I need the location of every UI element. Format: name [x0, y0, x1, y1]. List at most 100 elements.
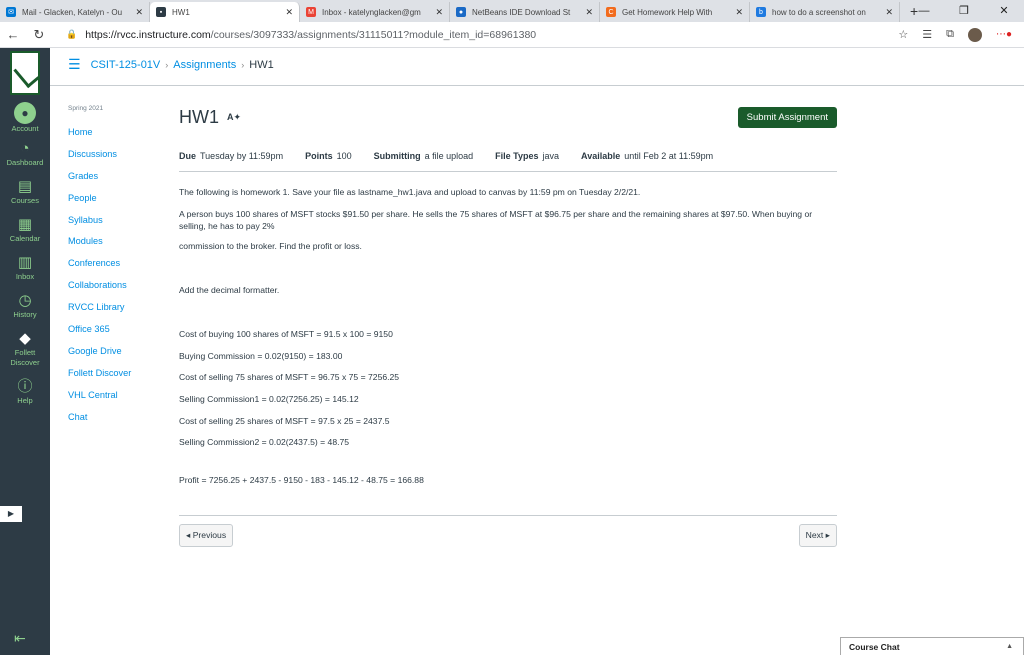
assignment-details: Due Tuesday by 11:59pm Points 100 Submitti… — [179, 150, 837, 172]
course-nav-vhl-central[interactable]: VHL Central — [68, 389, 168, 411]
breadcrumb-assignments[interactable]: Assignments — [173, 59, 236, 71]
global-nav-history[interactable]: ◷ History — [0, 292, 50, 326]
file-types-detail: File Types java — [495, 150, 560, 161]
breadcrumb-course[interactable]: CSIT-125-01V — [91, 59, 161, 71]
course-term: Spring 2021 — [68, 105, 104, 112]
global-nav-calendar[interactable]: ▦ Calendar — [0, 216, 50, 250]
breadcrumb-current: HW1 — [249, 58, 274, 71]
gmail-icon: M — [306, 7, 316, 17]
course-nav-google-drive[interactable]: Google Drive — [68, 345, 168, 367]
course-header: ☰ CSIT-125-01V › Assignments › HW1 — [68, 56, 274, 73]
close-icon[interactable]: ✕ — [435, 7, 443, 18]
mail-icon: ✉ — [6, 7, 16, 17]
course-nav-collaborations[interactable]: Collaborations — [68, 279, 168, 301]
course-nav-rvcc-library[interactable]: RVCC Library — [68, 301, 168, 323]
previous-button[interactable]: ◂ Previous — [179, 524, 234, 547]
global-nav-inbox[interactable]: ▥ Inbox — [0, 254, 50, 288]
submit-assignment-button[interactable]: Submit Assignment — [737, 107, 837, 128]
restore-icon[interactable]: ❐ — [944, 0, 984, 22]
chegg-icon: C — [606, 7, 616, 17]
description-paragraph: The following is homework 1. Save your f… — [179, 187, 641, 197]
browser-tab-strip: ✉ Mail - Glacken, Katelyn - Ou ✕ ▪ HW1 ✕ M In… — [0, 0, 1024, 22]
next-button[interactable]: Next ▸ — [798, 524, 837, 547]
chevron-up-icon[interactable]: ▲ — [1006, 643, 1013, 650]
collections-icon[interactable]: ⧉ — [946, 28, 954, 41]
global-nav: ● Account ◔ Dashboard ▤ Courses ▦ Calendar ▥… — [0, 48, 50, 655]
calculation-list: Cost of buying 100 shares of MSFT = 91.5… — [179, 328, 837, 448]
course-nav-syllabus[interactable]: Syllabus — [68, 214, 168, 236]
calculation-line: Selling Commission2 = 0.02(2437.5) = 48.… — [179, 437, 350, 448]
browser-tab[interactable]: C Get Homework Help With ✕ — [600, 2, 750, 22]
available-detail: Available until Feb 2 at 11:59pm — [581, 150, 714, 161]
header-divider — [50, 85, 1024, 86]
assignment-content: HW1 A✦ Submit Assignment Due Tuesday by 11… — [179, 100, 837, 486]
browser-tab-active[interactable]: ▪ HW1 ✕ — [150, 2, 300, 22]
breadcrumb: CSIT-125-01V › Assignments › HW1 — [91, 59, 274, 71]
course-nav-discussions[interactable]: Discussions — [68, 148, 168, 170]
close-icon[interactable]: ✕ — [135, 7, 143, 18]
global-nav-help[interactable]: ⓘ Help — [0, 378, 50, 412]
course-nav-conferences[interactable]: Conferences — [68, 257, 168, 279]
calculation-line: Cost of selling 75 shares of MSFT = 96.7… — [179, 372, 400, 383]
extensions-icon[interactable]: ⋯● — [996, 29, 1012, 40]
page-title: HW1 A✦ — [179, 107, 242, 127]
course-chat-bar[interactable]: Course Chat ▲ — [840, 637, 1024, 655]
course-nav-follett-discover[interactable]: Follett Discover — [68, 367, 168, 389]
reload-icon[interactable]: ↻ — [26, 27, 52, 43]
description-paragraph: A person buys 100 shares of MSFT stocks … — [179, 209, 813, 231]
rvcc-logo-mark — [10, 51, 40, 95]
inbox-icon: ▥ — [17, 254, 33, 271]
browser-tab[interactable]: ● NetBeans IDE Download St ✕ — [450, 2, 600, 22]
minimize-icon[interactable]: — — [904, 0, 944, 22]
favorites-list-icon[interactable]: ☰ — [922, 28, 932, 41]
close-icon[interactable]: ✕ — [585, 7, 593, 18]
course-nav-grades[interactable]: Grades — [68, 170, 168, 192]
global-nav-follett[interactable]: ◆ Follett Discover — [0, 330, 50, 374]
course-nav-chat[interactable]: Chat — [68, 411, 168, 433]
chevron-right-icon: › — [165, 59, 169, 70]
help-icon: ⓘ — [17, 378, 33, 395]
lock-icon: 🔒 — [66, 29, 78, 39]
dashboard-icon: ◔ — [20, 140, 30, 157]
module-pager: ◂ Previous Next ▸ — [179, 515, 837, 547]
profit-line: Profit = 7256.25 + 2437.5 - 9150 - 183 -… — [179, 475, 424, 486]
browser-tab[interactable]: ✉ Mail - Glacken, Katelyn - Ou ✕ — [0, 2, 150, 22]
rvcc-logo[interactable] — [0, 48, 50, 98]
global-nav-courses[interactable]: ▤ Courses — [0, 178, 50, 212]
collapse-nav-icon[interactable]: ⇤ — [14, 630, 26, 647]
calculation-line: Cost of buying 100 shares of MSFT = 91.5… — [179, 329, 393, 339]
points-detail: Points 100 — [305, 150, 352, 161]
global-nav-dashboard[interactable]: ◔ Dashboard — [0, 140, 50, 174]
description-paragraph: commission to the broker. Find the profi… — [179, 241, 362, 251]
back-icon[interactable]: ← — [0, 27, 26, 42]
close-icon[interactable]: ✕ — [735, 7, 743, 18]
play-icon[interactable]: ▶ — [0, 506, 22, 522]
profile-avatar[interactable] — [967, 27, 982, 42]
follett-icon: ◆ — [19, 330, 31, 347]
close-icon[interactable]: ✕ — [885, 7, 893, 18]
course-nav-home[interactable]: Home — [68, 126, 168, 148]
course-chat-label: Course Chat — [849, 641, 900, 652]
address-bar: ← ↻ 🔒 https://rvcc.instructure.com/cours… — [0, 22, 1024, 48]
calculation-line: Cost of selling 25 shares of MSFT = 97.5… — [179, 415, 390, 426]
browser-tab[interactable]: M Inbox - katelynglacken@gm ✕ — [300, 2, 450, 22]
immersive-reader-icon[interactable]: A✦ — [227, 112, 241, 123]
courses-icon: ▤ — [17, 178, 33, 195]
browser-tab[interactable]: b how to do a screenshot on ✕ — [750, 2, 900, 22]
course-nav-modules[interactable]: Modules — [68, 235, 168, 257]
calendar-icon: ▦ — [17, 216, 33, 233]
close-icon[interactable]: ✕ — [285, 7, 293, 18]
netbeans-icon: ● — [456, 7, 466, 17]
favorite-star-icon[interactable]: ☆ — [898, 28, 908, 41]
bing-icon: b — [756, 7, 766, 17]
global-nav-account[interactable]: ● Account — [0, 102, 50, 136]
close-window-icon[interactable]: ✕ — [984, 0, 1024, 22]
course-nav-people[interactable]: People — [68, 192, 168, 214]
window-controls: — ❐ ✕ — [904, 0, 1024, 22]
hamburger-menu-icon[interactable]: ☰ — [68, 56, 81, 73]
description-paragraph: Add the decimal formatter. — [179, 285, 280, 295]
course-nav-office-365[interactable]: Office 365 — [68, 323, 168, 345]
url-field[interactable]: 🔒 https://rvcc.instructure.com/courses/3… — [66, 29, 898, 41]
submitting-detail: Submitting a file upload — [373, 150, 474, 161]
title-row: HW1 A✦ Submit Assignment — [179, 100, 837, 140]
